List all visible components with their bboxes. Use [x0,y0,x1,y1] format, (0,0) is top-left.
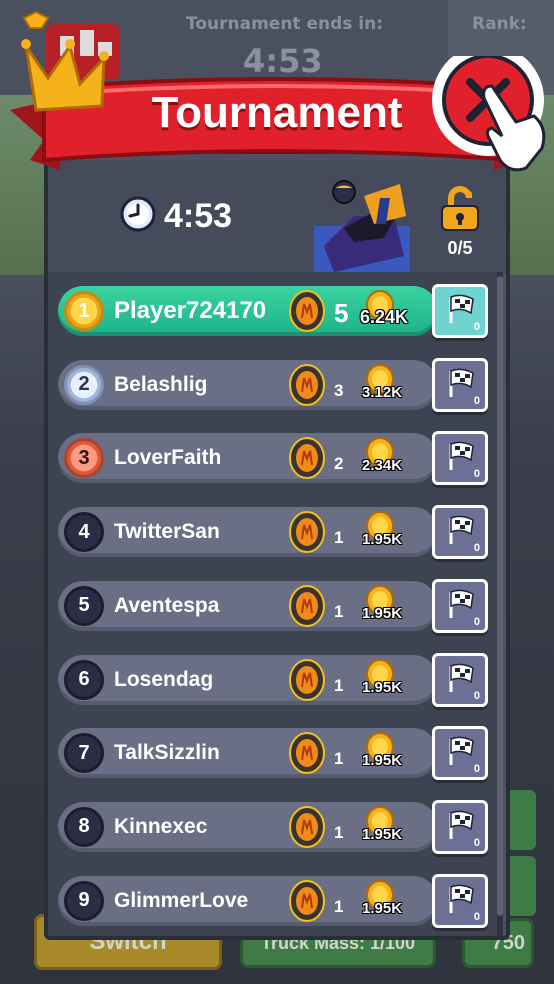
flag-button[interactable]: 0 [432,799,488,854]
leaderboard-row[interactable]: 1 Player724170 5 6.24K [58,286,438,336]
leaderboard-row[interactable]: 5 Aventespa 1 1.95K [58,580,438,631]
side-button [506,856,536,916]
leaderboard-list[interactable]: 1 Player724170 5 6.24K 2 Belashlig 3 3.12K 3 Love… [48,272,498,936]
rank-badge: 1 [64,291,104,331]
rank-badge: 4 [64,512,104,553]
crown-icon [18,6,128,120]
banner-title: Tournament [151,88,403,137]
leaderboard-row[interactable]: 9 GlimmerLove 1 1.95K [58,875,438,926]
rank-badge: 8 [64,806,104,847]
coin-amount: 1.95K [362,899,403,917]
player-name: TalkSizzlin [114,741,220,765]
rank-badge: 5 [64,585,104,626]
tire-icon [288,363,326,406]
player-name: LoverFaith [114,446,222,470]
coin-amount: 1.95K [362,752,403,770]
unlock-count: 0/5 [447,238,473,258]
player-name: TwitterSan [114,520,220,544]
tire-icon [288,290,326,332]
coin-amount: 3.12K [362,383,403,401]
leaderboard-row[interactable]: 4 TwitterSan 1 1.95K [58,507,438,558]
rank-badge: 9 [64,880,104,921]
scrollbar-thumb[interactable] [497,276,503,916]
side-button [506,790,536,850]
leaderboard-row[interactable]: 3 LoverFaith 2 2.34K [58,433,438,484]
player-name: Player724170 [114,297,267,324]
tire-count: 1 [334,896,344,916]
coin-amount: 2.34K [362,457,403,475]
rank-label: Rank: [472,14,527,34]
coin-amount: 1.95K [362,604,403,622]
player-name: Kinnexec [114,814,208,838]
flag-button[interactable]: 0 [432,652,488,707]
coin-amount: 6.24K [360,307,409,327]
flag-count: 0 [473,689,480,702]
timer-text: 4:53 [164,196,233,235]
coin-amount: 1.95K [362,678,403,696]
tire-icon [288,879,326,922]
player-name: Aventespa [114,593,220,617]
flag-button[interactable]: 0 [432,873,488,928]
rank-badge: 2 [64,364,104,405]
tire-count: 1 [334,601,344,621]
flag-count: 0 [473,763,480,776]
player-name: Belashlig [114,372,208,396]
flag-button[interactable]: 0 [432,578,488,633]
flag-count: 0 [473,910,480,923]
truck-reward-image [314,176,410,272]
flag-count: 0 [473,542,480,555]
tire-count: 1 [334,749,344,769]
flag-button[interactable]: 0 [432,357,488,412]
tire-icon [288,511,326,554]
flag-button[interactable]: 0 [432,505,488,560]
tire-icon [288,658,326,701]
panel-timer: 4:53 [120,196,232,236]
flag-button[interactable]: 0 [432,726,488,781]
flag-count: 0 [473,615,480,628]
coin-amount: 1.95K [362,825,403,843]
flag-button[interactable]: 0 [432,284,488,338]
leaderboard-row[interactable]: 7 TalkSizzlin 1 1.95K [58,728,438,779]
unlock-progress: 0/5 [436,186,484,266]
flag-count: 0 [473,468,480,481]
tire-count: 5 [334,298,349,328]
flag-button[interactable]: 0 [432,431,488,486]
leaderboard-row[interactable]: 2 Belashlig 3 3.12K [58,359,438,410]
leaderboard-row[interactable]: 8 Kinnexec 1 1.95K [58,801,438,852]
tire-count: 1 [334,528,344,548]
player-name: GlimmerLove [114,888,249,912]
clock-icon [120,196,156,236]
tire-icon [288,437,326,480]
tire-count: 1 [334,822,344,842]
tire-icon [288,805,326,848]
tournament-ends-label: Tournament ends in: [186,14,384,34]
flag-count: 0 [473,836,480,849]
flag-count: 0 [473,394,480,407]
player-name: Losendag [114,667,214,691]
rank-badge: 3 [64,438,104,479]
tire-count: 2 [334,454,344,474]
coin-amount: 1.95K [362,531,403,549]
leaderboard-row[interactable]: 6 Losendag 1 1.95K [58,654,438,705]
tire-count: 1 [334,675,344,695]
rank-badge: 6 [64,659,104,700]
tire-count: 3 [334,380,344,400]
flag-count: 0 [473,321,480,333]
rank-badge: 7 [64,733,104,774]
tire-icon [288,584,326,627]
tire-icon [288,732,326,775]
unlocked-padlock-icon [439,186,481,236]
close-button[interactable] [430,44,554,180]
